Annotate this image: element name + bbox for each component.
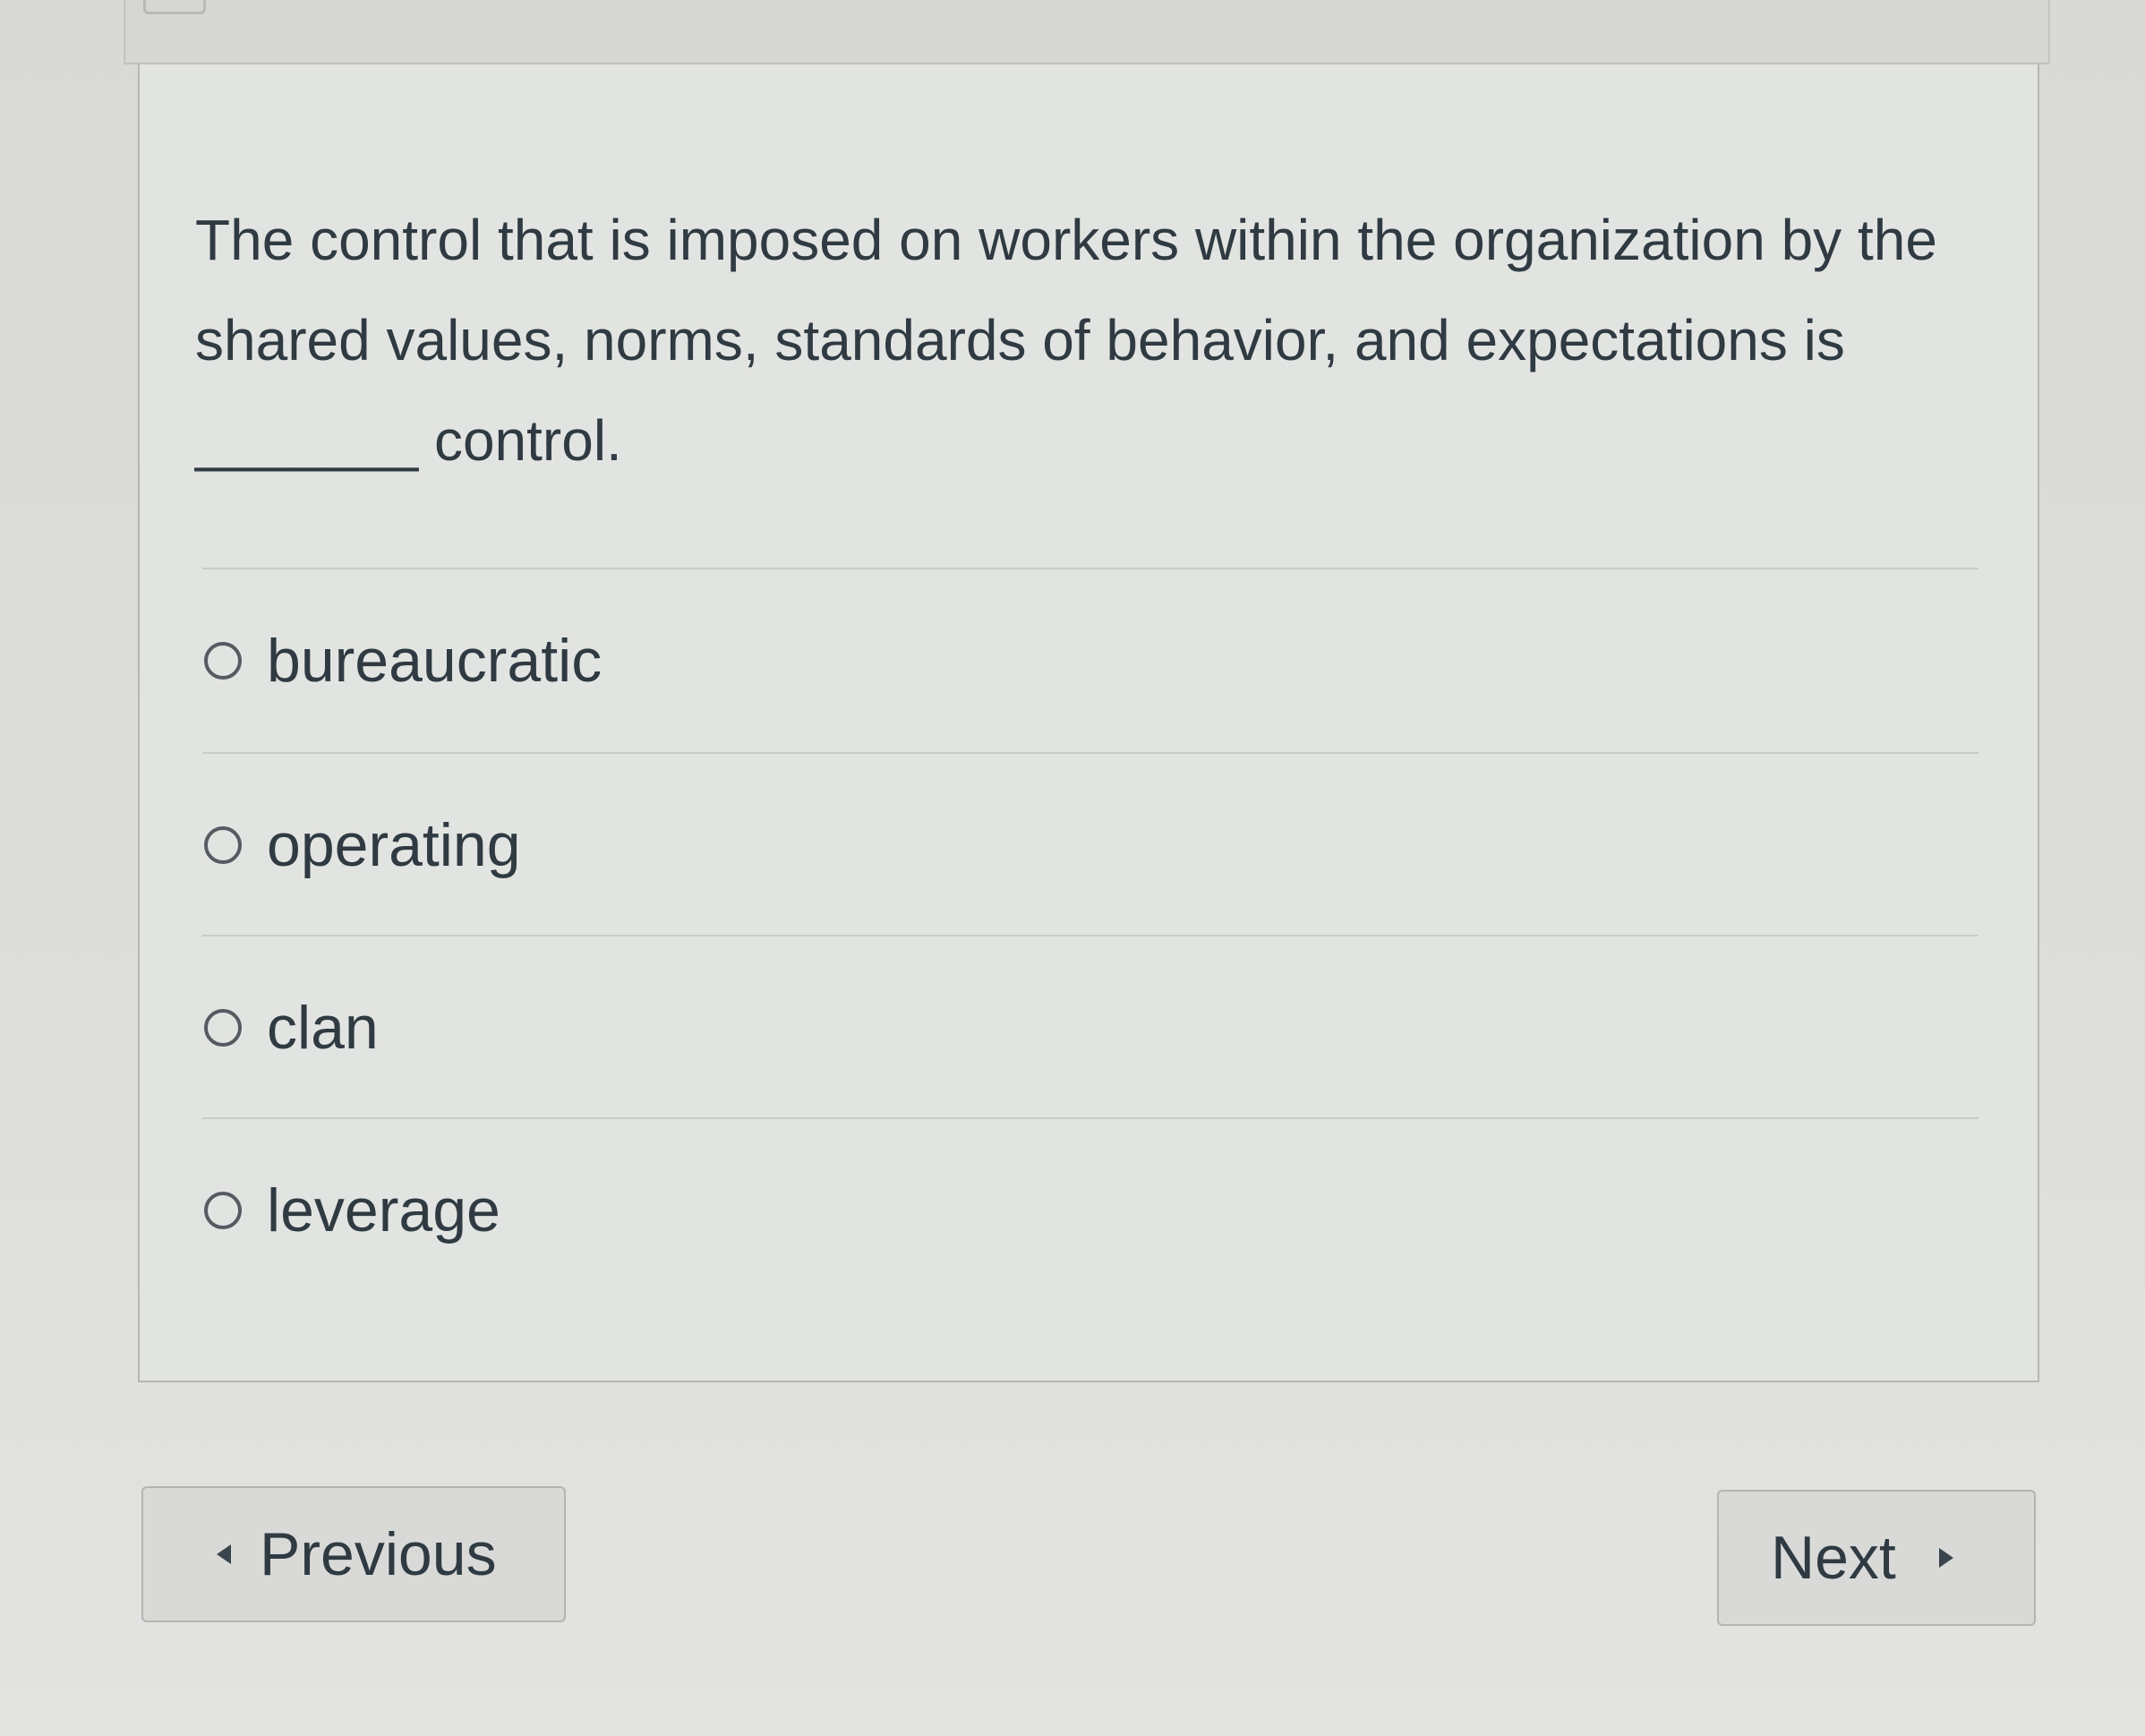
- answer-label: operating: [267, 811, 521, 879]
- answer-option-leverage[interactable]: leverage: [202, 1119, 1978, 1302]
- radio-unchecked-icon[interactable]: [204, 826, 242, 864]
- answer-option-clan[interactable]: clan: [202, 936, 1978, 1119]
- previous-button-label: Previous: [260, 1520, 497, 1588]
- previous-button[interactable]: Previous: [141, 1486, 566, 1622]
- question-header: [124, 0, 2050, 64]
- next-button-label: Next: [1771, 1524, 1896, 1592]
- answer-label: clan: [267, 994, 379, 1062]
- next-button[interactable]: Next: [1717, 1490, 2036, 1626]
- caret-right-icon: [1938, 1548, 1953, 1568]
- radio-unchecked-icon[interactable]: [204, 642, 242, 680]
- answer-option-bureaucratic[interactable]: bureaucratic: [202, 569, 1978, 752]
- radio-unchecked-icon[interactable]: [204, 1009, 242, 1047]
- answer-label: leverage: [267, 1176, 500, 1244]
- flag-icon[interactable]: [143, 0, 206, 14]
- caret-left-icon: [217, 1544, 231, 1564]
- question-text: The control that is imposed on workers w…: [195, 208, 1937, 473]
- question-card: The control that is imposed on workers w…: [138, 64, 2039, 1382]
- radio-unchecked-icon[interactable]: [204, 1192, 242, 1229]
- answer-label: bureaucratic: [267, 627, 602, 695]
- answer-option-operating[interactable]: operating: [202, 754, 1978, 936]
